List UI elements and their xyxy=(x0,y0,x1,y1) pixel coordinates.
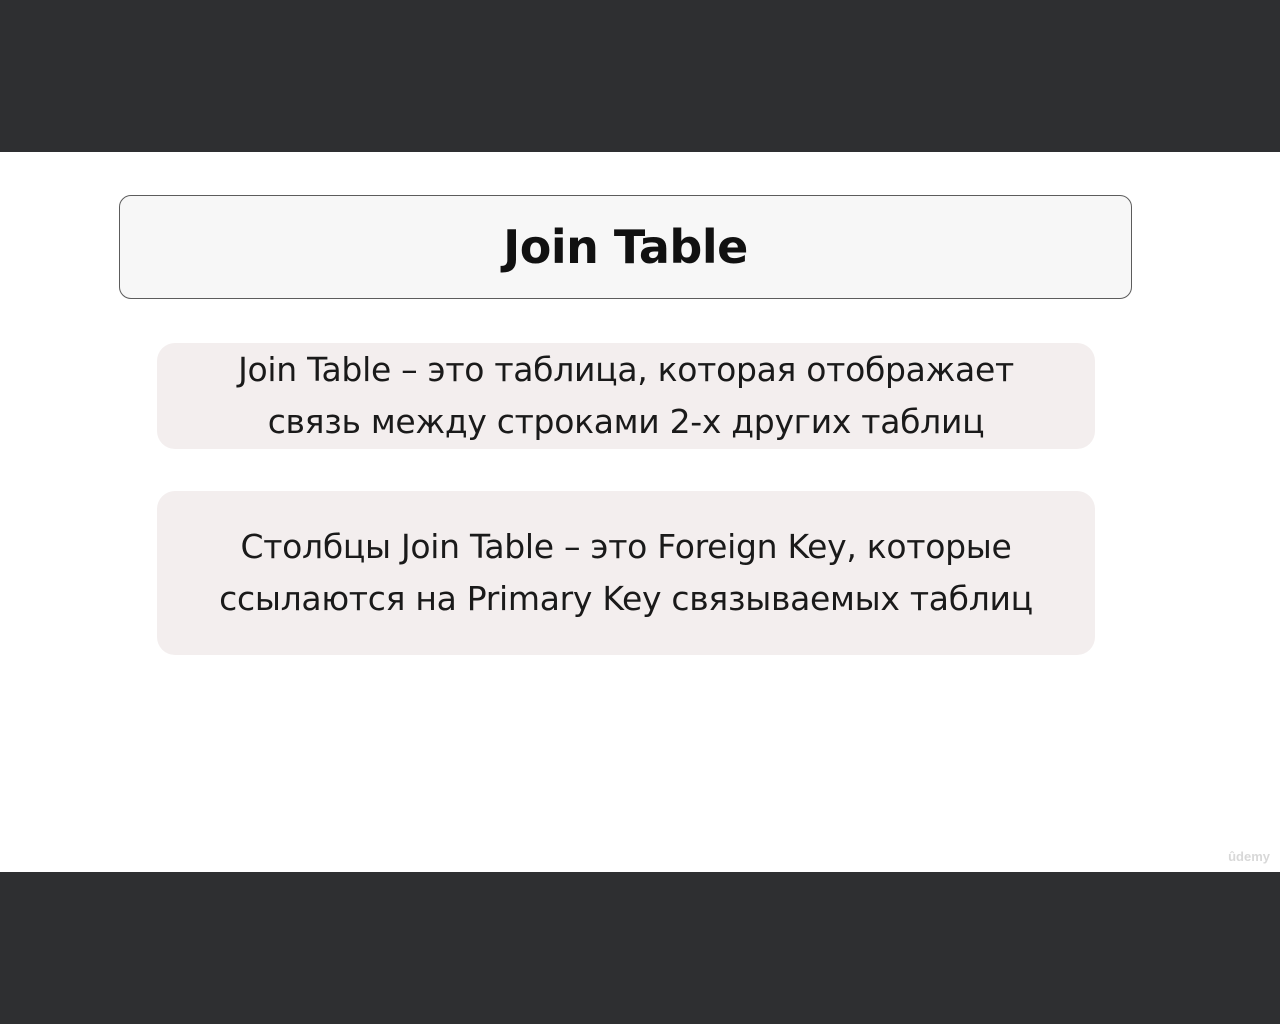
slide-title: Join Table xyxy=(503,220,748,274)
columns-line-2: ссылаются на Primary Key связываемых таб… xyxy=(219,579,1033,618)
presentation-slide: Join Table Join Table – это таблица, кот… xyxy=(0,152,1280,872)
letterbox-top xyxy=(0,0,1280,152)
columns-line-1: Столбцы Join Table – это Foreign Key, ко… xyxy=(240,527,1012,566)
slide-title-box: Join Table xyxy=(119,195,1132,299)
columns-block: Столбцы Join Table – это Foreign Key, ко… xyxy=(157,491,1095,655)
definition-block: Join Table – это таблица, которая отобра… xyxy=(157,343,1095,449)
udemy-watermark-logo: ûdemy xyxy=(1228,849,1270,864)
letterbox-bottom xyxy=(0,872,1280,1024)
definition-line-1: Join Table – это таблица, которая отобра… xyxy=(238,350,1014,389)
definition-line-2: связь между строками 2-х других таблиц xyxy=(267,402,985,441)
